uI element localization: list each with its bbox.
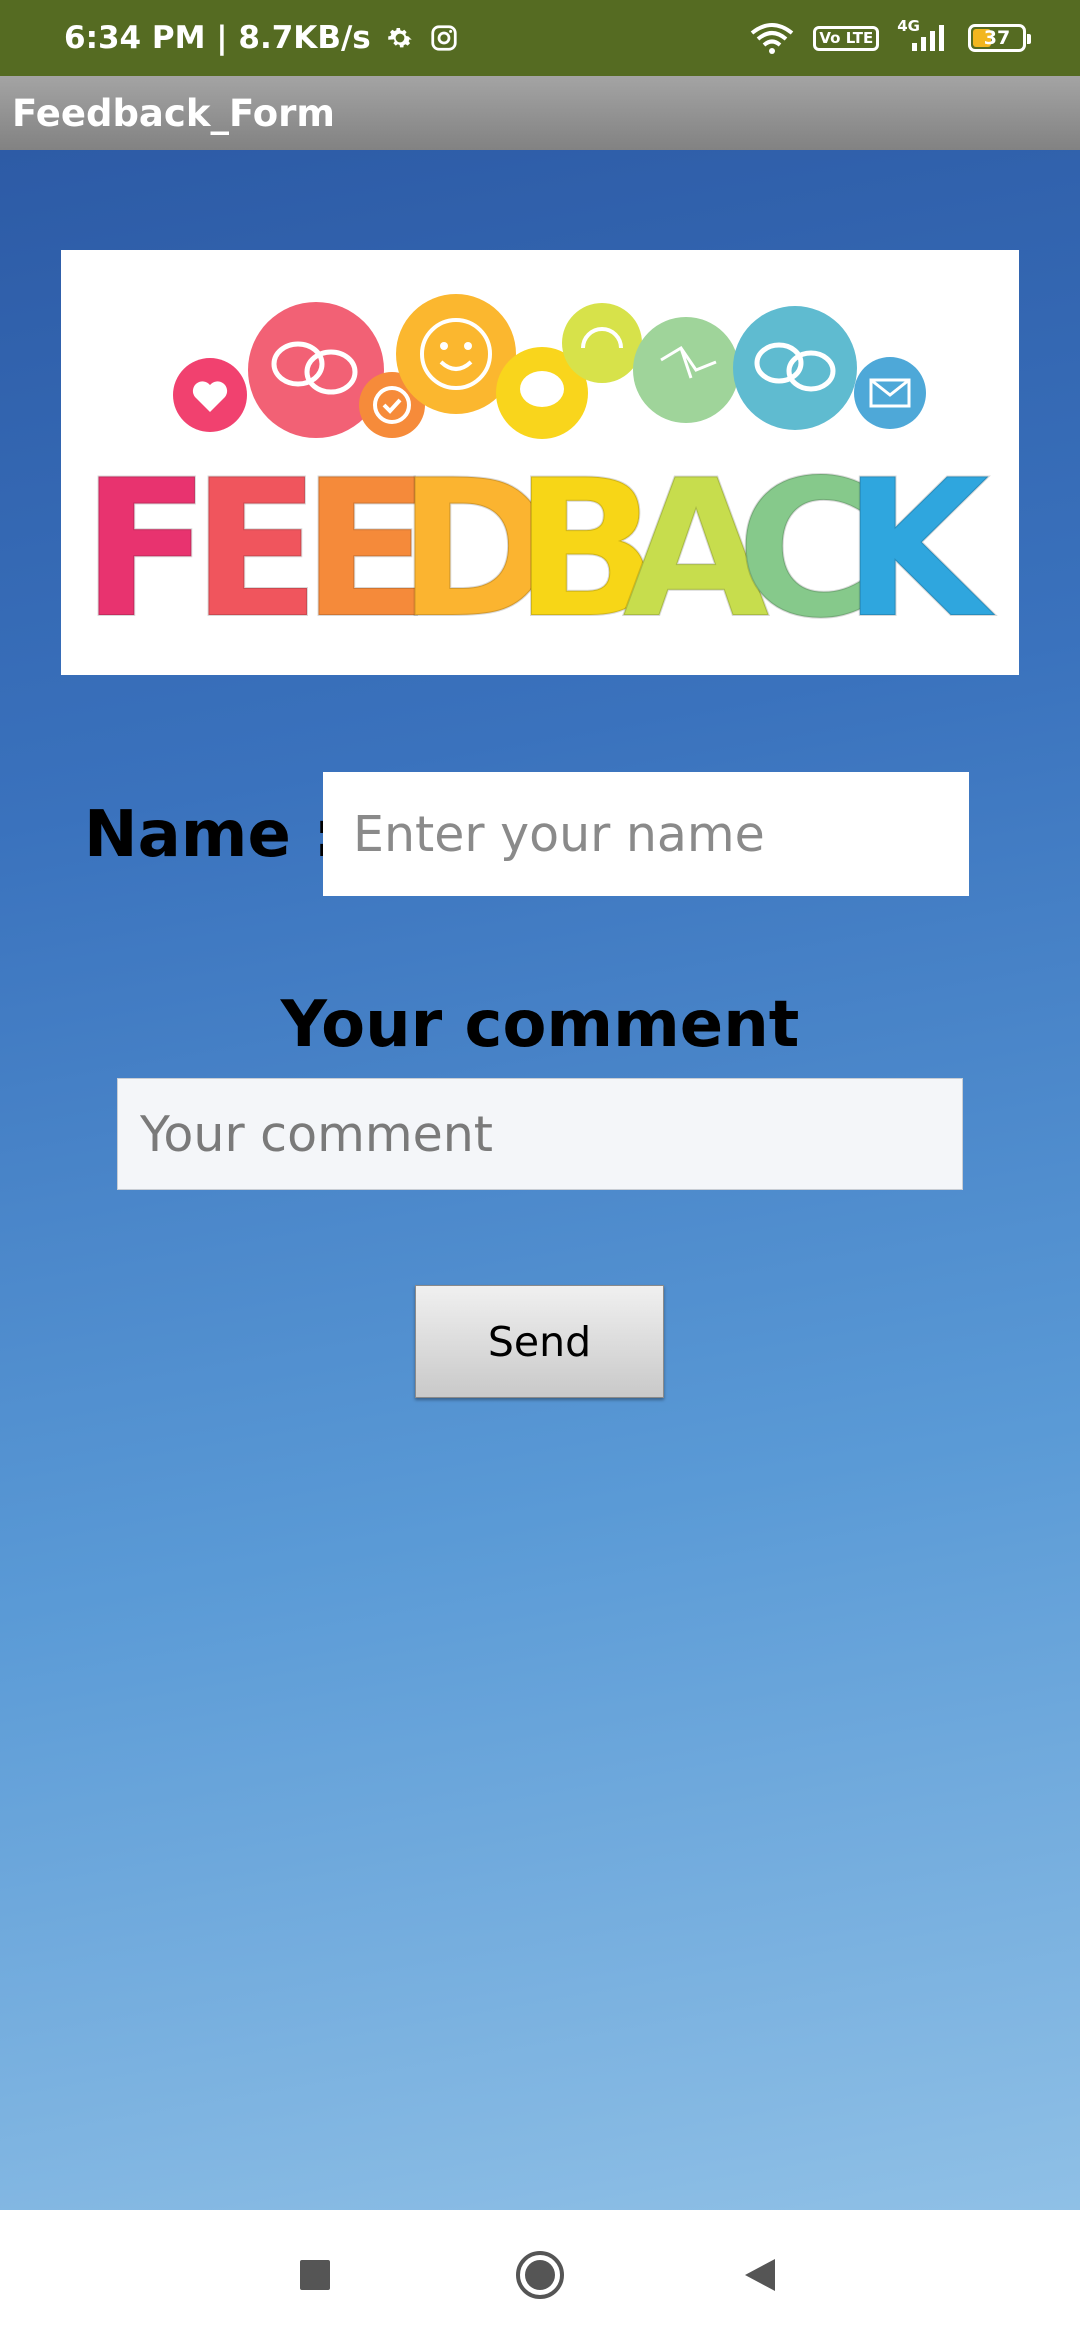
- bubble-network-icon: [633, 317, 739, 423]
- system-navigation-bar: [0, 2210, 1080, 2340]
- bubble-heart-icon: [173, 358, 247, 432]
- banner-word: FEEDBACK: [80, 438, 996, 661]
- status-time-speed: 6:34 PM | 8.7KB/s: [64, 20, 371, 56]
- name-label: Name :: [84, 798, 339, 872]
- status-left: 6:34 PM | 8.7KB/s: [64, 20, 459, 56]
- back-triangle-icon: [745, 2259, 775, 2291]
- volte-icon: Vo LTE: [813, 25, 880, 51]
- back-button[interactable]: [700, 2210, 820, 2340]
- feedback-banner-image: FEEDBACK: [61, 250, 1019, 675]
- bubble-chat-icon-2: [733, 306, 857, 430]
- home-circle-icon: [516, 2251, 564, 2299]
- banner-letter: K: [842, 439, 995, 660]
- battery-level: 37: [983, 27, 1011, 49]
- network-type: 4G: [897, 17, 920, 35]
- comment-input[interactable]: [117, 1078, 963, 1190]
- instagram-icon: [429, 23, 459, 53]
- send-button[interactable]: Send: [415, 1285, 664, 1398]
- battery-icon: 37: [968, 24, 1031, 52]
- comment-title: Your comment: [280, 988, 800, 1062]
- feedback-banner-graphic: FEEDBACK: [80, 294, 996, 661]
- status-right: Vo LTE 4G 37: [749, 17, 1031, 55]
- bubble-mail-icon: [854, 357, 926, 429]
- bubble-headset-icon: [562, 303, 642, 383]
- name-input[interactable]: [323, 772, 969, 896]
- form-screen: FEEDBACK Name : Your comment Send: [0, 150, 1080, 2210]
- signal-icon: 4G: [897, 17, 950, 53]
- status-bar: 6:34 PM | 8.7KB/s Vo LTE 4G 37: [0, 0, 1080, 76]
- recents-button[interactable]: [255, 2210, 375, 2340]
- app-title-bar: Feedback_Form: [0, 76, 1080, 150]
- recents-square-icon: [300, 2260, 330, 2290]
- app-title: Feedback_Form: [12, 91, 335, 135]
- settings-icon: [385, 23, 415, 53]
- home-button[interactable]: [480, 2210, 600, 2340]
- wifi-icon: [749, 21, 795, 55]
